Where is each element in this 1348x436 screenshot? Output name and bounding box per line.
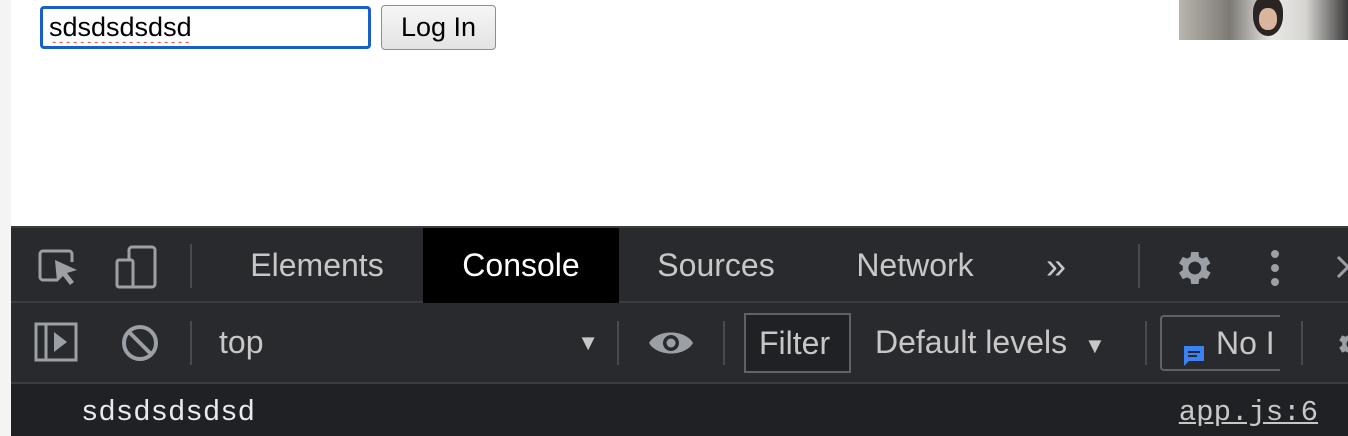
log-levels-label: Default levels xyxy=(875,324,1068,360)
toolbar-separator xyxy=(1145,321,1147,365)
devtools-panel: Elements Console Sources Network » top ▼… xyxy=(11,226,1348,436)
tab-separator xyxy=(1138,244,1140,288)
more-tabs-button[interactable]: » xyxy=(1031,228,1081,303)
console-settings-gear-icon[interactable] xyxy=(1333,327,1348,361)
tab-console[interactable]: Console xyxy=(423,228,619,303)
device-toolbar-icon[interactable] xyxy=(113,244,159,290)
issues-label: No I xyxy=(1216,325,1275,361)
close-devtools-icon[interactable] xyxy=(1335,252,1348,282)
context-value: top xyxy=(219,324,264,360)
webcam-person xyxy=(1253,0,1283,36)
dropdown-arrow-icon: ▼ xyxy=(577,330,599,355)
toolbar-separator xyxy=(1301,321,1303,365)
console-output: sdsdsdsdsd app.js:6 xyxy=(11,384,1348,436)
webcam-overlay xyxy=(1179,0,1348,40)
console-toolbar: top ▼ Filter Default levels ▼ No I xyxy=(11,303,1348,384)
tab-sources[interactable]: Sources xyxy=(631,228,801,303)
context-selector[interactable]: top ▼ xyxy=(219,303,599,382)
issues-button[interactable]: No I xyxy=(1160,315,1280,371)
live-expression-eye-icon[interactable] xyxy=(647,327,695,359)
toolbar-separator xyxy=(617,321,619,365)
toolbar-separator xyxy=(723,321,725,365)
inspect-element-icon[interactable] xyxy=(37,246,81,288)
log-in-button[interactable]: Log In xyxy=(381,5,496,50)
username-input[interactable] xyxy=(40,6,371,49)
dropdown-arrow-icon: ▼ xyxy=(1083,333,1106,358)
devtools-tab-bar: Elements Console Sources Network » xyxy=(11,226,1348,303)
show-sidebar-icon[interactable] xyxy=(33,321,79,363)
tab-network[interactable]: Network xyxy=(829,228,1001,303)
filter-input[interactable]: Filter xyxy=(744,313,851,373)
tab-elements[interactable]: Elements xyxy=(223,228,411,303)
log-levels-dropdown[interactable]: Default levels ▼ xyxy=(875,303,1106,382)
page-left-edge xyxy=(0,0,11,436)
issues-message-icon xyxy=(1182,331,1206,366)
toolbar-separator xyxy=(190,321,192,365)
web-page: Log In xyxy=(11,0,1348,226)
console-message-text: sdsdsdsdsd xyxy=(81,396,256,429)
tab-separator xyxy=(190,244,192,288)
console-message-source-link[interactable]: app.js:6 xyxy=(1179,396,1318,429)
clear-console-icon[interactable] xyxy=(120,323,160,363)
settings-gear-icon[interactable] xyxy=(1171,246,1215,290)
more-options-icon[interactable] xyxy=(1265,246,1285,290)
